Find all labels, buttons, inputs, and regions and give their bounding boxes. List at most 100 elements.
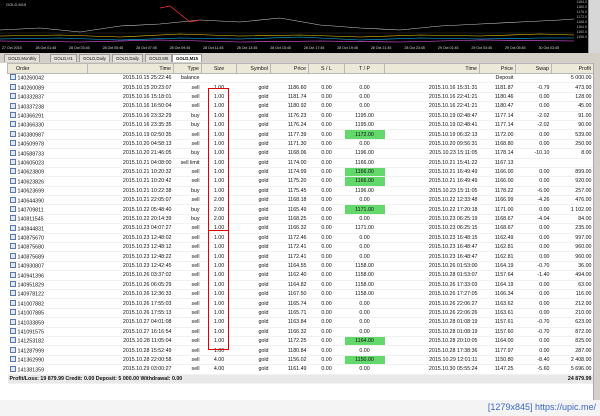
- col-symbol[interactable]: Symbol: [236, 63, 271, 74]
- tab-gold-daily[interactable]: GOLD,Daily: [112, 54, 143, 62]
- order-cell: 140509978: [7, 139, 88, 150]
- order-icon: [9, 224, 16, 231]
- tp-cell: 1158.00: [344, 270, 385, 281]
- chart-scrollbar[interactable]: [588, 0, 600, 53]
- table-row[interactable]: 140623826 2015.10.21 10:20:42 sell 1.00 gold…: [7, 176, 594, 187]
- table-row[interactable]: 140875680 2015.10.23 12:48:12 sell 1.00 gold…: [7, 242, 594, 253]
- table-row[interactable]: 140941396 2015.10.26 03:37:02 sell 1.00 gold…: [7, 270, 594, 281]
- type-cell: sell: [173, 289, 202, 300]
- table-row[interactable]: 140709811 2015.10.22 05:48:40 buy 2.00 gold 1…: [7, 204, 594, 215]
- table-row[interactable]: 140811545 2015.10.22 20:14:39 buy 2.00 gold 1…: [7, 214, 594, 225]
- table-row[interactable]: 140260089 2015.10.15 20:23:07 sell 1.00 gold…: [7, 82, 594, 93]
- time-cell: 2015.10.29 03:00:27: [87, 364, 174, 375]
- table-row[interactable]: 141381359 2015.10.29 03:00:27 sell 4.00 gold…: [7, 364, 594, 375]
- size-cell: [201, 73, 237, 84]
- price-cell: 1174.99: [270, 167, 309, 178]
- table-row[interactable]: 140844831 2015.10.23 04:07:27 sell 1.00 gold…: [7, 223, 594, 234]
- ctime-cell: 2015.10.28 01:08:19: [384, 327, 480, 337]
- sl-cell: 0.00: [308, 186, 345, 197]
- order-number: 140951829: [17, 282, 45, 289]
- table-row[interactable]: 141362990 2015.10.28 22:00:58 sell 4.00 gold…: [7, 355, 594, 366]
- table-row[interactable]: 140644390 2015.10.21 22:05:07 sell 2.00 gold…: [7, 195, 594, 206]
- tab-gold-h1[interactable]: GOLD,H1: [50, 54, 77, 62]
- table-row[interactable]: 141253182 2015.10.28 11:05:04 sell 1.00 gold…: [7, 336, 594, 347]
- order-icon: [9, 309, 16, 316]
- col-size[interactable]: Size: [201, 63, 237, 74]
- table-row[interactable]: 140978122 2015.10.26 12:36:33 sell 1.00 gold…: [7, 289, 594, 300]
- col-profit[interactable]: Profit: [551, 63, 594, 74]
- table-scrollbar[interactable]: [593, 63, 600, 400]
- table-row[interactable]: 141007882 2015.10.26 17:55:03 sell 1.00 gold…: [7, 298, 594, 309]
- col-price[interactable]: Price: [270, 63, 309, 74]
- col-tp[interactable]: T / P: [344, 63, 385, 74]
- swap-cell: 0.00: [515, 289, 552, 300]
- balance-row[interactable]: 140260042 2015.10.15 25:22:46 balance Depos…: [7, 73, 594, 84]
- tp-cell: 0.00: [344, 82, 385, 93]
- sl-cell: 0.00: [308, 120, 345, 131]
- price-cell: 1167.50: [270, 289, 309, 300]
- table-row[interactable]: 140366330 2015.10.16 23:35:35 buy 1.00 gold 1…: [7, 120, 594, 131]
- sl-cell: 0.00: [308, 82, 345, 93]
- tab-gold-daily[interactable]: GOLD,Daily: [79, 54, 110, 62]
- time-cell: 2015.10.26 12:36:33: [87, 289, 174, 300]
- order-number: 140332837: [17, 94, 45, 101]
- table-row[interactable]: 140605023 2015.10.21 04:08:00 sell limit 1.…: [7, 158, 594, 168]
- table-row[interactable]: 140380987 2015.10.19 02:50:35 sell 1.00 gold…: [7, 129, 594, 140]
- order-number: 140623826: [17, 179, 45, 186]
- cprice-cell: 1157.60: [479, 327, 516, 337]
- price-cell: 1164.55: [270, 261, 309, 272]
- type-cell: sell: [173, 92, 202, 103]
- tab-gold-monthly[interactable]: GOLD,Monthly: [4, 54, 41, 62]
- col-close-price[interactable]: Price: [479, 63, 516, 74]
- col-type[interactable]: Type: [173, 63, 202, 74]
- table-row[interactable]: 140951829 2015.10.26 06:05:29 sell 1.00 gold…: [7, 280, 594, 291]
- table-row[interactable]: 140875670 2015.10.23 12:48:02 sell 1.00 gold…: [7, 233, 594, 244]
- type-cell: sell: [173, 82, 202, 93]
- table-row[interactable]: 141287999 2015.10.28 15:52:49 sell 1.00 gold…: [7, 345, 594, 356]
- table-row[interactable]: 140875689 2015.10.23 12:48:22 sell 1.00 gold…: [7, 251, 594, 262]
- price-cell: 1172.41: [270, 251, 309, 262]
- order-icon: [9, 327, 16, 334]
- col-swap[interactable]: Swap: [515, 63, 552, 74]
- swap-cell: -0.70: [515, 317, 552, 328]
- time-cell: 2015.10.26 17:55:13: [87, 308, 174, 319]
- table-row[interactable]: 140930807 2015.10.23 12:42:45 sell 1.00 gold…: [7, 261, 594, 272]
- cprice-cell: 1172.00: [479, 129, 516, 140]
- type-cell: sell: [173, 261, 202, 272]
- order-number: 140509978: [17, 141, 45, 148]
- tp-cell: 1164.00: [344, 336, 385, 347]
- price-cell: 1164.82: [270, 280, 309, 291]
- table-row[interactable]: 140588733 2015.10.20 21:46:05 buy 1.00 gold 1…: [7, 148, 594, 159]
- symbol-cell: gold: [236, 242, 271, 253]
- order-number: 141007882: [17, 301, 45, 308]
- table-row[interactable]: 140509978 2015.10.20 04:58:13 sell 1.00 gold…: [7, 139, 594, 150]
- table-row[interactable]: 141033859 2015.10.27 04:01:08 sell 1.00 gold…: [7, 317, 594, 328]
- sl-cell: 0.00: [308, 280, 345, 291]
- table-row[interactable]: 140623809 2015.10.21 10:20:32 sell 1.00 gold…: [7, 167, 594, 178]
- type-cell: sell: [173, 167, 202, 178]
- table-row[interactable]: 140623699 2015.10.21 10:22:38 buy 1.00 gold 1…: [7, 186, 594, 197]
- symbol-cell: gold: [236, 270, 271, 281]
- time-label: 28 Oct 23:45: [404, 46, 425, 50]
- cprice-cell: 1162.81: [479, 251, 516, 262]
- tab-gold-m15[interactable]: GOLD,M15: [172, 54, 202, 62]
- sl-cell: 0.00: [308, 261, 345, 272]
- table-row[interactable]: 141091575 2015.10.27 16:16:54 sell 1.00 gold…: [7, 327, 594, 337]
- cprice-cell: 1166.99: [479, 195, 516, 206]
- swap-cell: -5.60: [515, 364, 552, 375]
- table-row[interactable]: 141007885 2015.10.26 17:55:13 sell 1.00 gold…: [7, 308, 594, 319]
- price-cell: 1181.74: [270, 92, 309, 103]
- tp-cell: 0.00: [344, 139, 385, 150]
- table-row[interactable]: 140332837 2015.10.16 15:18:01 sell 1.00 gold…: [7, 92, 594, 103]
- col-time[interactable]: Time: [87, 63, 174, 74]
- table-row[interactable]: 140366291 2015.10.16 23:32:29 buy 1.00 gold 1…: [7, 111, 594, 121]
- col-close-time[interactable]: Time: [384, 63, 480, 74]
- swap-cell: -2.02: [515, 120, 552, 131]
- col-sl[interactable]: S / L: [308, 63, 345, 74]
- tp-cell: 1171.00: [344, 223, 385, 234]
- col-order[interactable]: Order: [7, 63, 88, 74]
- price-chart[interactable]: GOLD,M15 1184.0 1180.0 1176.0 1172.0 116…: [0, 0, 588, 45]
- table-row[interactable]: 140337238 2015.10.16 16:50:04 sell 1.00 gold…: [7, 101, 594, 112]
- type-cell: sell: [173, 327, 202, 337]
- tab-gold-m5[interactable]: GOLD,M5: [145, 54, 173, 62]
